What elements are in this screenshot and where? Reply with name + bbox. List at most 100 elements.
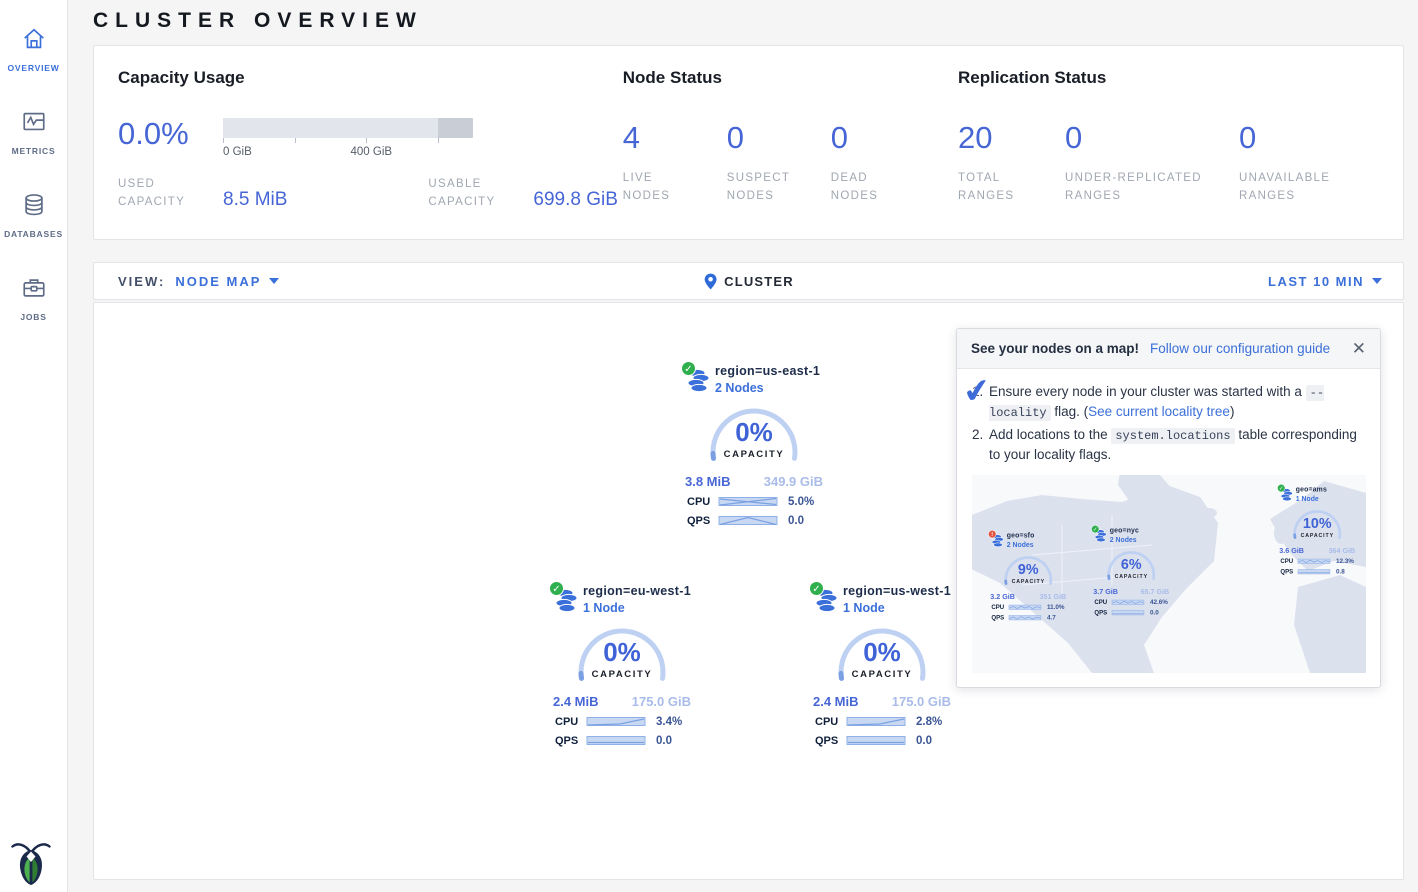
region-used-capacity: 2.4 MiB bbox=[553, 694, 599, 709]
breadcrumb[interactable]: CLUSTER bbox=[703, 263, 794, 299]
qps-sparkline bbox=[717, 514, 779, 527]
region-nodes-link: 2 Nodes bbox=[1110, 536, 1173, 544]
cpu-row: CPU 3.4% bbox=[547, 715, 697, 728]
cpu-row: CPU 12.3% bbox=[1276, 558, 1359, 565]
capacity-gauge: 9% CAPACITY bbox=[1001, 553, 1056, 587]
qps-sparkline bbox=[1008, 614, 1042, 621]
popup-body: ✔ 1. Ensure every node in your cluster w… bbox=[957, 369, 1380, 687]
region-nodes-link: 1 Node bbox=[1296, 495, 1359, 503]
capacity-axis-ticks bbox=[223, 138, 473, 144]
capacity-percent: 6% bbox=[1104, 556, 1159, 573]
capacity-usage-title: Capacity Usage bbox=[118, 68, 623, 88]
capacity-gauge: 0% CAPACITY bbox=[572, 622, 672, 684]
capacity-label: CAPACITY bbox=[1001, 578, 1056, 584]
region-name: geo=nyc bbox=[1110, 525, 1173, 534]
region-card[interactable]: ✓ geo=ams 1 Node bbox=[1276, 484, 1359, 575]
region-name: geo=sfo bbox=[1007, 530, 1070, 539]
chevron-down-icon bbox=[269, 278, 279, 284]
qps-sparkline bbox=[1297, 568, 1331, 575]
used-capacity-stat: USED CAPACITY 8.5 MiB bbox=[118, 176, 287, 212]
region-name: region=us-west-1 bbox=[843, 581, 957, 598]
dead-nodes-stat: 0 DEAD NODES bbox=[831, 122, 935, 206]
view-dropdown[interactable]: VIEW: NODE MAP bbox=[118, 274, 279, 289]
node-map-config-popup: See your nodes on a map! Follow our conf… bbox=[956, 328, 1381, 688]
breadcrumb-cluster: CLUSTER bbox=[724, 274, 794, 289]
popup-title: See your nodes on a map! bbox=[971, 341, 1139, 356]
cpu-sparkline bbox=[1297, 558, 1331, 565]
region-total-capacity: 65.7 GiB bbox=[1141, 587, 1170, 595]
region-card[interactable]: ✓ region=us-west-1 1 Node bbox=[807, 581, 957, 747]
view-value: NODE MAP bbox=[175, 274, 261, 289]
cpu-value: 11.0% bbox=[1047, 604, 1065, 611]
qps-sparkline bbox=[1111, 609, 1145, 616]
sidebar-item-jobs[interactable]: JOBS bbox=[0, 261, 67, 332]
capacity-label: CAPACITY bbox=[1290, 532, 1345, 538]
qps-value: 0.8 bbox=[1336, 568, 1345, 575]
region-total-capacity: 351 GiB bbox=[1040, 592, 1067, 600]
cockroachdb-logo[interactable] bbox=[11, 838, 51, 886]
popup-step-1: 1. Ensure every node in your cluster was… bbox=[972, 382, 1364, 423]
example-node-map-image: ! geo=sfo 2 Nodes bbox=[972, 475, 1366, 673]
status-badge: ✓ bbox=[681, 361, 696, 376]
qps-sparkline bbox=[845, 734, 907, 747]
cpu-value: 5.0% bbox=[788, 496, 814, 508]
time-range-dropdown[interactable]: LAST 10 MIN bbox=[1268, 274, 1382, 289]
popup-step-2: 2. Add locations to the system.locations… bbox=[972, 425, 1364, 466]
qps-value: 0.0 bbox=[656, 735, 672, 747]
region-nodes-link[interactable]: 2 Nodes bbox=[715, 381, 829, 395]
live-nodes-stat: 4 LIVE NODES bbox=[623, 122, 727, 206]
databases-icon bbox=[21, 192, 47, 218]
region-name: region=eu-west-1 bbox=[583, 581, 697, 598]
capacity-label: CAPACITY bbox=[572, 669, 672, 680]
capacity-percent: 10% bbox=[1290, 515, 1345, 532]
cpu-row: CPU 11.0% bbox=[987, 604, 1070, 611]
replication-status-title: Replication Status bbox=[958, 68, 1379, 88]
region-card[interactable]: ✓ region=us-east-1 2 Nodes bbox=[679, 361, 829, 527]
capacity-usage-section: Capacity Usage 0.0% 0 GiB 400 Gi bbox=[118, 68, 623, 239]
qps-row: QPS 0.8 bbox=[1276, 568, 1359, 575]
region-card[interactable]: ✓ geo=nyc 2 Nodes bbox=[1090, 525, 1173, 616]
page-title: CLUSTER OVERVIEW bbox=[93, 0, 1404, 45]
region-name: geo=ams bbox=[1296, 484, 1359, 493]
node-status-title: Node Status bbox=[623, 68, 958, 88]
locality-tree-link[interactable]: See current locality tree bbox=[1088, 404, 1230, 419]
region-nodes-link[interactable]: 1 Node bbox=[583, 601, 697, 615]
status-badge: ✓ bbox=[549, 581, 564, 596]
region-card[interactable]: ✓ region=eu-west-1 1 Node bbox=[547, 581, 697, 747]
suspect-nodes-stat: 0 SUSPECT NODES bbox=[727, 122, 831, 206]
region-nodes-link: 2 Nodes bbox=[1007, 541, 1070, 549]
qps-value: 0.0 bbox=[916, 735, 932, 747]
capacity-gauge: 0% CAPACITY bbox=[704, 402, 804, 464]
configuration-guide-link[interactable]: Follow our configuration guide bbox=[1150, 341, 1330, 356]
sidebar-item-databases[interactable]: DATABASES bbox=[0, 178, 67, 249]
cpu-sparkline bbox=[717, 495, 779, 508]
cpu-sparkline bbox=[1008, 604, 1042, 611]
cpu-row: CPU 42.6% bbox=[1090, 599, 1173, 606]
sidebar-item-metrics[interactable]: METRICS bbox=[0, 95, 67, 166]
qps-row: QPS 0.0 bbox=[1090, 609, 1173, 616]
capacity-gauge: 6% CAPACITY bbox=[1104, 548, 1159, 582]
sidebar-item-overview[interactable]: OVERVIEW bbox=[0, 12, 67, 83]
capacity-label: CAPACITY bbox=[832, 669, 932, 680]
region-card[interactable]: ! geo=sfo 2 Nodes bbox=[987, 530, 1070, 621]
chevron-down-icon bbox=[1372, 278, 1382, 284]
cpu-value: 2.8% bbox=[916, 716, 942, 728]
popup-header: See your nodes on a map! Follow our conf… bbox=[957, 329, 1380, 369]
region-total-capacity: 175.0 GiB bbox=[632, 694, 691, 709]
region-name: region=us-east-1 bbox=[715, 361, 829, 378]
view-label: VIEW: bbox=[118, 274, 165, 289]
check-mark-icon: ✔ bbox=[960, 369, 993, 411]
map-toolbar: VIEW: NODE MAP CLUSTER LAST 10 MIN bbox=[93, 262, 1404, 300]
capacity-tick-label: 0 GiB bbox=[223, 146, 252, 158]
close-icon[interactable]: ✕ bbox=[1352, 340, 1366, 357]
replication-status-section: Replication Status 20 TOTAL RANGES 0 UND… bbox=[958, 68, 1379, 239]
capacity-bar bbox=[223, 118, 473, 138]
region-used-capacity: 3.6 GiB bbox=[1279, 546, 1304, 554]
capacity-gauge: 0% CAPACITY bbox=[832, 622, 932, 684]
region-nodes-link[interactable]: 1 Node bbox=[843, 601, 957, 615]
capacity-label: CAPACITY bbox=[1104, 573, 1159, 579]
cluster-summary-panel: Capacity Usage 0.0% 0 GiB 400 Gi bbox=[93, 45, 1404, 240]
region-used-capacity: 3.7 GiB bbox=[1093, 587, 1118, 595]
capacity-used-percent: 0.0% bbox=[118, 118, 223, 160]
cpu-sparkline bbox=[1111, 599, 1145, 606]
